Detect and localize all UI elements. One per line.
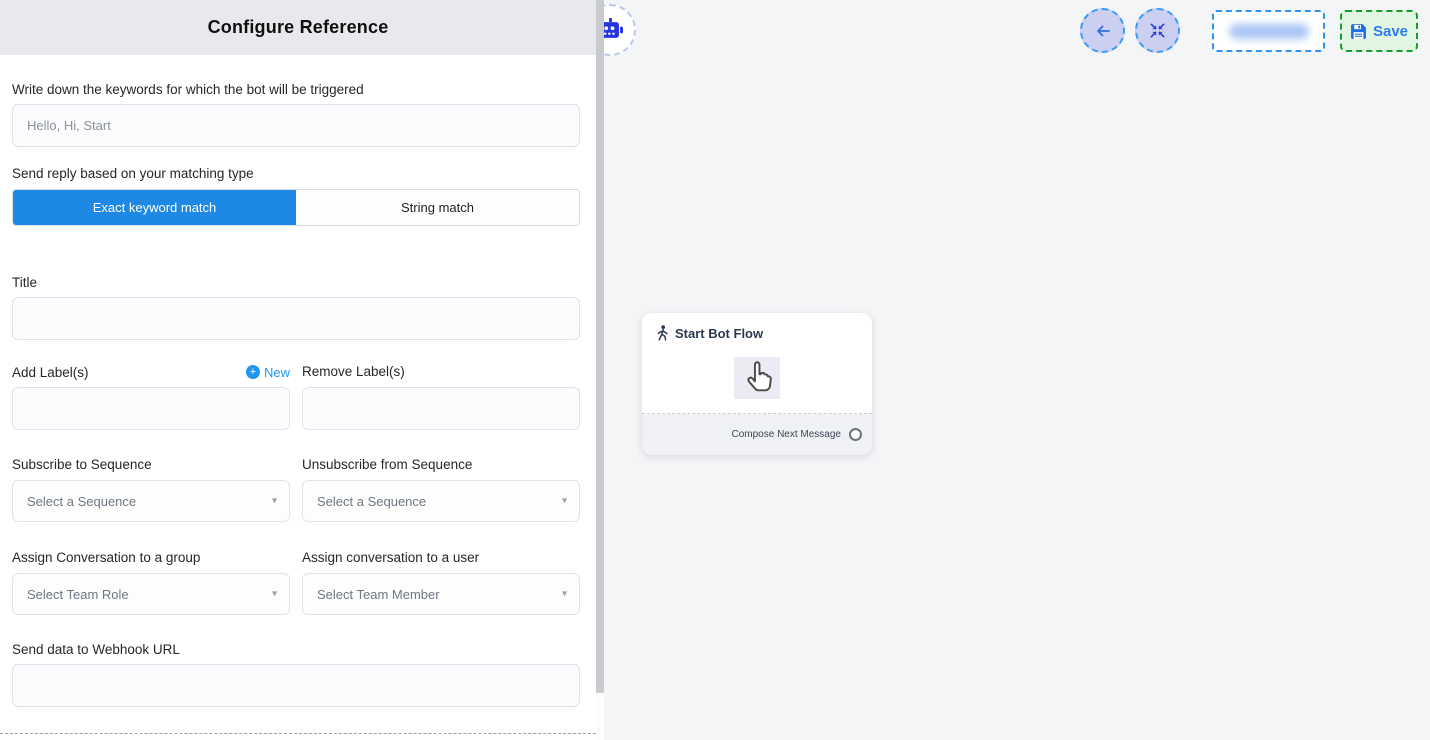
matching-type-label: Send reply based on your matching type [12, 166, 580, 181]
start-bot-flow-node[interactable]: Start Bot Flow Compose Next Message [642, 313, 872, 455]
assign-user-label: Assign conversation to a user [302, 550, 479, 565]
assign-group-select[interactable]: Select Team Role ▾ [12, 573, 290, 615]
chevron-down-icon: ▾ [562, 496, 567, 507]
assign-group-label: Assign Conversation to a group [12, 550, 200, 565]
title-input[interactable] [12, 297, 580, 340]
subscribe-sequence-label: Subscribe to Sequence [12, 457, 152, 472]
fit-view-button[interactable] [1135, 8, 1180, 53]
chevron-down-icon: ▾ [272, 496, 277, 507]
webhook-url-label: Send data to Webhook URL [12, 642, 580, 657]
page-title: Configure Reference [208, 17, 389, 38]
panel-header: Configure Reference [0, 0, 596, 55]
blurred-button-text [1229, 24, 1309, 39]
scrollbar-thumb[interactable] [596, 0, 604, 693]
chevron-down-icon: ▾ [272, 589, 277, 600]
configure-reference-panel: Configure Reference Write down the keywo… [0, 0, 596, 740]
new-link-text: New [264, 365, 290, 380]
arrow-left-icon [1093, 21, 1113, 41]
flow-canvas[interactable]: Start Bot Flow Compose Next Message [604, 0, 1430, 740]
matching-type-toggle: Exact keyword match String match [12, 189, 580, 226]
title-label: Title [12, 275, 580, 290]
panel-scrollbar [596, 0, 604, 740]
exact-keyword-match-option[interactable]: Exact keyword match [13, 190, 296, 225]
add-labels-input[interactable] [12, 387, 290, 430]
remove-labels-input[interactable] [302, 387, 580, 430]
assign-user-select[interactable]: Select Team Member ▾ [302, 573, 580, 615]
add-labels-label: Add Label(s) [12, 365, 89, 380]
subscribe-sequence-select[interactable]: Select a Sequence ▾ [12, 480, 290, 522]
walking-person-icon [656, 325, 669, 341]
assign-group-value: Select Team Role [27, 587, 129, 602]
unsubscribe-sequence-value: Select a Sequence [317, 494, 426, 509]
blurred-action-button[interactable] [1212, 10, 1325, 52]
webhook-url-input[interactable] [12, 664, 580, 707]
new-label-link[interactable]: + New [246, 365, 290, 380]
node-footer: Compose Next Message [642, 414, 872, 455]
connection-handle[interactable] [849, 428, 862, 441]
plus-icon: + [246, 365, 260, 379]
back-button[interactable] [1080, 8, 1125, 53]
subscribe-sequence-value: Select a Sequence [27, 494, 136, 509]
node-header: Start Bot Flow [642, 313, 872, 341]
save-button-label: Save [1373, 23, 1408, 40]
assign-user-value: Select Team Member [317, 587, 440, 602]
compress-arrows-icon [1149, 22, 1166, 39]
hand-cursor-icon [741, 359, 777, 397]
node-title: Start Bot Flow [675, 326, 763, 341]
keywords-label: Write down the keywords for which the bo… [12, 82, 580, 97]
unsubscribe-sequence-select[interactable]: Select a Sequence ▾ [302, 480, 580, 522]
chevron-down-icon: ▾ [562, 589, 567, 600]
string-match-option[interactable]: String match [296, 190, 579, 225]
keywords-input[interactable] [12, 104, 580, 147]
remove-labels-label: Remove Label(s) [302, 364, 405, 379]
save-button[interactable]: Save [1340, 10, 1418, 52]
panel-bottom-divider [0, 733, 596, 734]
compose-next-message-label: Compose Next Message [732, 429, 842, 440]
unsubscribe-sequence-label: Unsubscribe from Sequence [302, 457, 472, 472]
save-floppy-icon [1350, 23, 1367, 40]
